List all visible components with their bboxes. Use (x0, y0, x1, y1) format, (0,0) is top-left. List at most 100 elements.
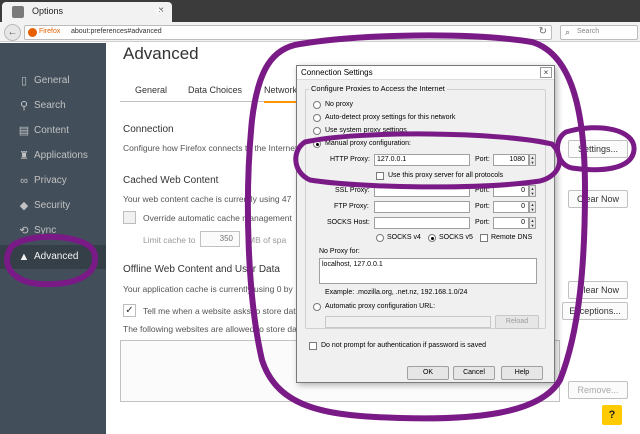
ssl-port-field[interactable]: 0 (493, 185, 529, 197)
connection-text: Configure how Firefox connects to the In… (123, 143, 298, 153)
search-icon: ⚲ (19, 100, 29, 112)
dialog-title: Connection Settings (301, 68, 373, 77)
auto-config-radio[interactable] (313, 303, 321, 311)
allowed-text: The following websites are allowed to st… (123, 324, 297, 334)
auto-detect-label: Auto-detect proxy settings for this netw… (325, 114, 456, 121)
url-text[interactable]: about:preferences#advanced (71, 28, 162, 35)
no-proxy-for-field[interactable]: localhost, 127.0.0.1 (319, 258, 537, 284)
no-proxy-for-label: No Proxy for: (319, 248, 360, 255)
http-proxy-label: HTTP Proxy: (330, 156, 370, 163)
socks-port-field[interactable]: 0 (493, 217, 529, 229)
url-bar[interactable]: Firefox about:preferences#advanced ↻ (24, 25, 552, 40)
tab-options[interactable]: Options × (2, 2, 172, 22)
manual-proxy-radio[interactable] (313, 140, 321, 148)
clear-offline-button[interactable]: Clear Now (568, 281, 628, 299)
ssl-port-label: Port: (475, 187, 490, 194)
search-bar[interactable]: ⌕ Search (560, 25, 638, 40)
auto-detect-radio[interactable] (313, 114, 321, 122)
sidebar-item-security[interactable]: ◆ Security (0, 194, 106, 218)
sidebar-item-label: Content (34, 125, 70, 136)
exceptions-button[interactable]: Exceptions... (562, 302, 628, 320)
socks-host-field[interactable] (374, 217, 470, 229)
search-placeholder[interactable]: Search (577, 28, 599, 35)
remote-dns-checkbox[interactable] (480, 234, 488, 242)
reload-icon[interactable]: ↻ (539, 26, 547, 37)
connection-heading: Connection (123, 124, 174, 135)
cache-limit-input[interactable]: 350 (200, 231, 240, 247)
override-cache-label: Override automatic cache management (143, 213, 292, 223)
sidebar-item-label: Sync (34, 225, 57, 236)
socks-port-label: Port: (475, 219, 490, 226)
sidebar-item-sync[interactable]: ⟲ Sync (0, 219, 106, 243)
cancel-button[interactable]: Cancel (453, 366, 495, 380)
socks5-radio[interactable] (428, 234, 436, 242)
tab-network[interactable]: Network (264, 85, 298, 103)
cached-text: Your web content cache is currently usin… (123, 194, 292, 204)
applications-icon: ♜ (19, 150, 29, 162)
reload-button[interactable]: Reload (495, 315, 539, 329)
general-icon: ▯ (20, 75, 28, 87)
tab-data-choices[interactable]: Data Choices (188, 85, 242, 95)
back-button[interactable]: ← (4, 24, 21, 41)
tell-me-label: Tell me when a website asks to store dat… (143, 306, 301, 316)
auto-config-url-field[interactable] (325, 316, 491, 328)
use-same-proxy-label: Use this proxy server for all protocols (388, 172, 504, 179)
new-tab-button[interactable]: + (150, 3, 166, 19)
sidebar-item-label: General (34, 75, 70, 86)
ftp-port-spinner[interactable]: ▲ ▼ (529, 201, 536, 213)
sidebar-item-label: Applications (34, 150, 88, 161)
http-port-field[interactable]: 1080 (493, 154, 529, 166)
ssl-proxy-label: SSL Proxy: (335, 187, 370, 194)
sidebar-item-label: Security (34, 200, 71, 211)
ssl-port-spinner[interactable]: ▲ ▼ (529, 185, 536, 197)
ftp-proxy-label: FTP Proxy: (334, 203, 369, 210)
no-prompt-checkbox[interactable] (309, 342, 317, 350)
ftp-proxy-field[interactable] (374, 201, 470, 213)
dialog-help-button[interactable]: Help (501, 366, 543, 380)
tab-general[interactable]: General (135, 85, 167, 95)
sidebar-item-privacy[interactable]: ∞ Privacy (0, 169, 106, 193)
no-proxy-radio[interactable] (313, 101, 321, 109)
example-text: Example: .mozilla.org, .net.nz, 192.168.… (325, 289, 468, 296)
sidebar-item-applications[interactable]: ♜ Applications (0, 144, 106, 168)
tell-me-checkbox[interactable]: ✓ (123, 304, 136, 317)
dialog-titlebar: Connection Settings × (297, 66, 554, 80)
http-port-spinner[interactable]: ▲ ▼ (529, 154, 536, 166)
sidebar: ▯ General ⚲ Search ▤ Content ♜ Applicati… (0, 43, 106, 434)
override-cache-checkbox[interactable] (123, 211, 136, 224)
socks5-label: SOCKS v5 (439, 234, 473, 241)
proxy-group-label: Configure Proxies to Access the Internet (309, 84, 447, 93)
identity-label: Firefox (39, 28, 61, 35)
sidebar-item-label: Privacy (34, 175, 67, 186)
no-proxy-label: No proxy (325, 101, 354, 108)
http-port-label: Port: (475, 156, 490, 163)
connection-settings-dialog: Connection Settings × Configure Proxies … (296, 65, 555, 383)
sidebar-item-label: Search (34, 100, 66, 111)
socks-port-spinner[interactable]: ▲ ▼ (529, 217, 536, 229)
auto-config-label: Automatic proxy configuration URL: (325, 303, 436, 310)
socks4-radio[interactable] (376, 234, 384, 242)
help-button[interactable]: ? (602, 405, 622, 425)
security-icon: ◆ (19, 200, 29, 212)
clear-cache-button[interactable]: Clear Now (568, 190, 628, 208)
advanced-hat-icon: ▲ (18, 251, 30, 263)
sidebar-item-content[interactable]: ▤ Content (0, 119, 106, 143)
ok-button[interactable]: OK (407, 366, 449, 380)
ftp-port-field[interactable]: 0 (493, 201, 529, 213)
settings-button[interactable]: Settings... (568, 140, 628, 158)
ssl-proxy-field[interactable] (374, 185, 470, 197)
offline-heading: Offline Web Content and User Data (123, 264, 280, 275)
http-proxy-field[interactable]: 127.0.0.1 (374, 154, 470, 166)
sidebar-item-general[interactable]: ▯ General (0, 69, 106, 93)
sidebar-item-search[interactable]: ⚲ Search (0, 94, 106, 118)
system-proxy-radio[interactable] (313, 127, 321, 135)
system-proxy-label: Use system proxy settings (325, 127, 407, 134)
sidebar-item-advanced[interactable]: ▲ Advanced (0, 245, 106, 269)
cache-unit-label: MB of spa (248, 235, 287, 245)
use-same-proxy-checkbox[interactable] (376, 172, 384, 180)
offline-text: Your application cache is currently usin… (123, 284, 293, 294)
remove-button[interactable]: Remove... (568, 381, 628, 399)
no-prompt-label: Do not prompt for authentication if pass… (321, 342, 486, 349)
close-icon[interactable]: × (540, 67, 552, 78)
limit-cache-label: Limit cache to (143, 235, 196, 245)
